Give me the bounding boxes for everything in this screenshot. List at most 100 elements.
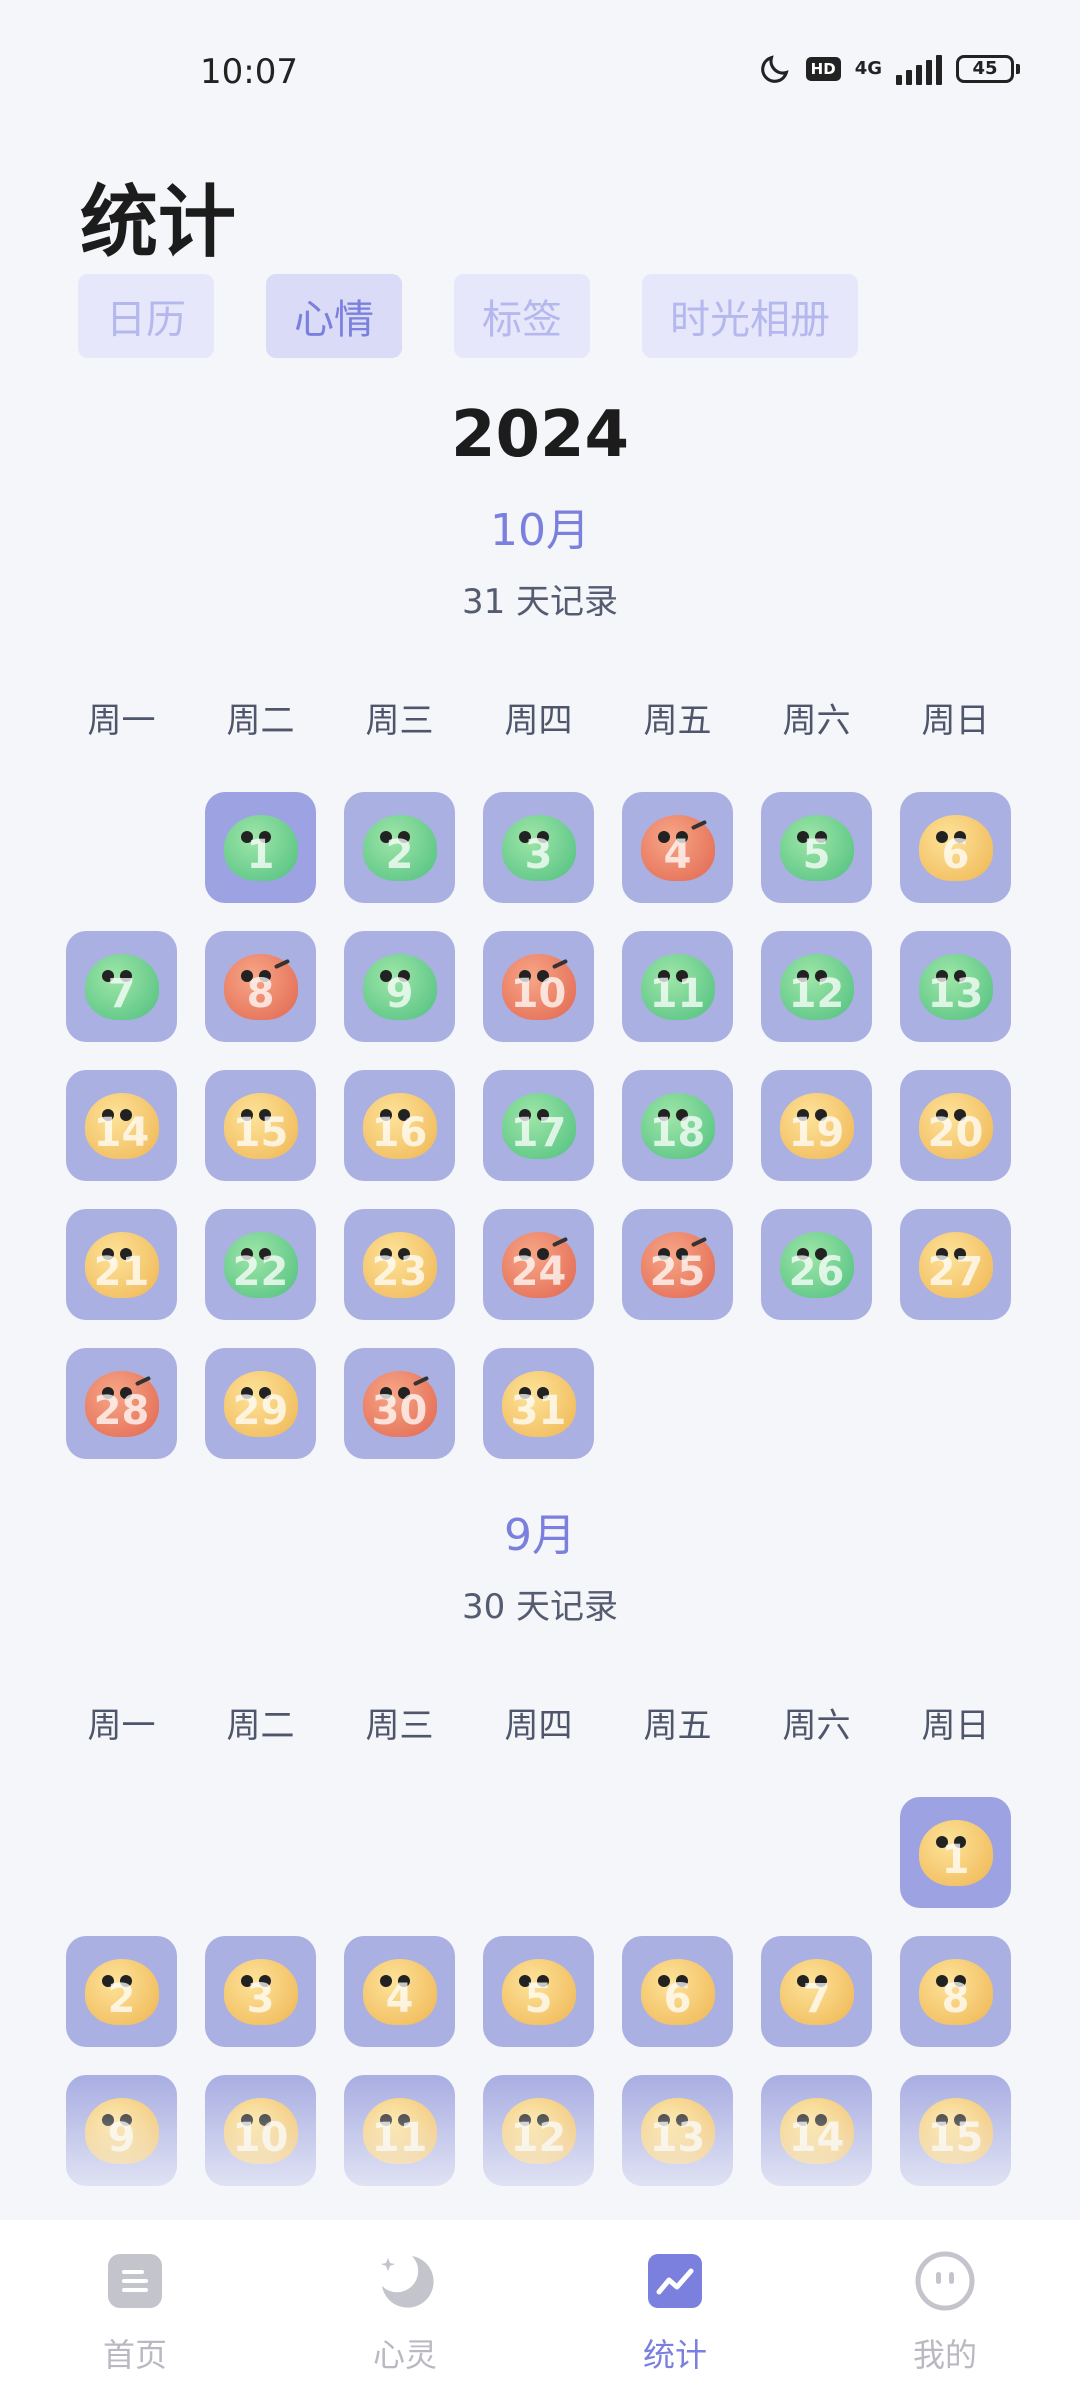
day-number: 7	[802, 1975, 831, 2022]
day-cell[interactable]: 21	[66, 1209, 177, 1320]
day-number: 3	[246, 1975, 275, 2022]
profile-face-icon	[914, 2250, 976, 2312]
day-cell[interactable]: 1	[900, 1797, 1011, 1908]
tab-calendar[interactable]: 日历	[78, 274, 214, 358]
day-cell[interactable]: 28	[66, 1348, 177, 1459]
mood-yellow-icon: 4	[362, 1958, 437, 2025]
weekday-header: 周一 周二 周三 周四 周五 周六 周日	[0, 1698, 1080, 1747]
day-number: 12	[788, 970, 845, 1017]
mood-calendar-scroll[interactable]: 2024 10月 31 天记录 周一 周二 周三 周四 周五 周六 周日 1 2 3 4 5 6 7 8 9 10 1…	[0, 380, 1080, 2220]
day-cell[interactable]: 26	[761, 1209, 872, 1320]
day-cell[interactable]: 3	[205, 1936, 316, 2047]
day-cell[interactable]: 30	[344, 1348, 455, 1459]
day-cell[interactable]: 8	[900, 1936, 1011, 2047]
mood-red-icon: 25	[640, 1231, 715, 1298]
day-cell[interactable]: 18	[622, 1070, 733, 1181]
day-cell[interactable]: 2	[344, 792, 455, 903]
day-number: 19	[788, 1109, 845, 1156]
day-cell[interactable]: 10	[205, 2075, 316, 2186]
mood-yellow-icon: 27	[918, 1231, 993, 1298]
day-number: 13	[649, 2114, 706, 2161]
day-cell[interactable]: 9	[66, 2075, 177, 2186]
mood-yellow-icon: 13	[640, 2097, 715, 2164]
home-doc-icon	[104, 2250, 166, 2312]
mood-green-icon: 1	[223, 814, 298, 881]
day-cell[interactable]: 4	[622, 792, 733, 903]
mood-yellow-icon: 5	[501, 1958, 576, 2025]
mood-yellow-icon: 15	[223, 1092, 298, 1159]
mood-green-icon: 26	[779, 1231, 854, 1298]
day-number: 26	[788, 1248, 845, 1295]
mood-yellow-icon: 2	[84, 1958, 159, 2025]
day-cell[interactable]: 15	[900, 2075, 1011, 2186]
day-number: 20	[927, 1109, 984, 1156]
day-cell[interactable]: 31	[483, 1348, 594, 1459]
day-number: 24	[510, 1248, 567, 1295]
day-cell[interactable]: 29	[205, 1348, 316, 1459]
mood-yellow-icon: 16	[362, 1092, 437, 1159]
mood-red-icon: 8	[223, 953, 298, 1020]
weekday-label: 周日	[921, 1706, 990, 1746]
hd-badge: HD	[805, 57, 841, 81]
moon-star-icon	[374, 2250, 436, 2312]
day-cell[interactable]: 3	[483, 792, 594, 903]
mood-green-icon: 9	[362, 953, 437, 1020]
day-number: 15	[927, 2114, 984, 2161]
day-cell[interactable]: 10	[483, 931, 594, 1042]
page-title: 统计	[80, 178, 237, 268]
day-cell[interactable]: 23	[344, 1209, 455, 1320]
day-cell[interactable]: 7	[761, 1936, 872, 2047]
bottom-nav: 首页 心灵 统计 我的	[0, 2220, 1080, 2400]
nav-home[interactable]: 首页	[0, 2220, 270, 2400]
day-number: 6	[663, 1975, 692, 2022]
weekday-label: 周三	[365, 1706, 434, 1746]
day-cell[interactable]: 12	[483, 2075, 594, 2186]
nav-soul[interactable]: 心灵	[270, 2220, 540, 2400]
month-record-count: 31 天记录	[461, 582, 619, 622]
day-cell[interactable]: 1	[205, 792, 316, 903]
nav-mine[interactable]: 我的	[810, 2220, 1080, 2400]
day-cell[interactable]: 5	[483, 1936, 594, 2047]
day-cell[interactable]: 16	[344, 1070, 455, 1181]
day-cell[interactable]: 14	[761, 2075, 872, 2186]
mood-green-icon: 3	[501, 814, 576, 881]
tab-time-album[interactable]: 时光相册	[642, 274, 858, 358]
mood-yellow-icon: 23	[362, 1231, 437, 1298]
nav-stats[interactable]: 统计	[540, 2220, 810, 2400]
day-cell[interactable]: 8	[205, 931, 316, 1042]
day-number: 2	[385, 831, 414, 878]
mood-green-icon: 22	[223, 1231, 298, 1298]
day-cell[interactable]: 25	[622, 1209, 733, 1320]
day-cell[interactable]: 6	[900, 792, 1011, 903]
day-cell[interactable]: 7	[66, 931, 177, 1042]
day-cell[interactable]: 15	[205, 1070, 316, 1181]
stats-chart-icon	[644, 2250, 706, 2312]
day-cell[interactable]: 2	[66, 1936, 177, 2047]
day-cell[interactable]: 11	[344, 2075, 455, 2186]
tab-mood[interactable]: 心情	[266, 274, 402, 358]
day-cell[interactable]: 20	[900, 1070, 1011, 1181]
day-cell[interactable]: 13	[900, 931, 1011, 1042]
day-cell[interactable]: 22	[205, 1209, 316, 1320]
day-number: 16	[371, 1109, 428, 1156]
day-cell[interactable]: 12	[761, 931, 872, 1042]
day-number: 12	[510, 2114, 567, 2161]
day-cell[interactable]: 5	[761, 792, 872, 903]
day-cell[interactable]: 14	[66, 1070, 177, 1181]
day-grid: 1 2 3 4 5 6 7 8 9 10 11 12 13 14 15 16 17 18 19 20 21 22 23 24 2…	[0, 792, 1080, 1459]
day-number: 30	[371, 1387, 428, 1434]
mood-yellow-icon: 10	[223, 2097, 298, 2164]
day-cell[interactable]: 17	[483, 1070, 594, 1181]
month-section: 10月 31 天记录 周一 周二 周三 周四 周五 周六 周日 1 2 3 4 5 6 7 8 9 10 11 12 13…	[0, 494, 1080, 1459]
day-cell[interactable]: 6	[622, 1936, 733, 2047]
tab-tags[interactable]: 标签	[454, 274, 590, 358]
day-cell[interactable]: 9	[344, 931, 455, 1042]
mood-red-icon: 10	[501, 953, 576, 1020]
day-cell[interactable]: 19	[761, 1070, 872, 1181]
day-cell[interactable]: 24	[483, 1209, 594, 1320]
day-cell[interactable]: 27	[900, 1209, 1011, 1320]
day-number: 8	[246, 970, 275, 1017]
day-cell[interactable]: 11	[622, 931, 733, 1042]
day-cell[interactable]: 4	[344, 1936, 455, 2047]
day-cell[interactable]: 13	[622, 2075, 733, 2186]
